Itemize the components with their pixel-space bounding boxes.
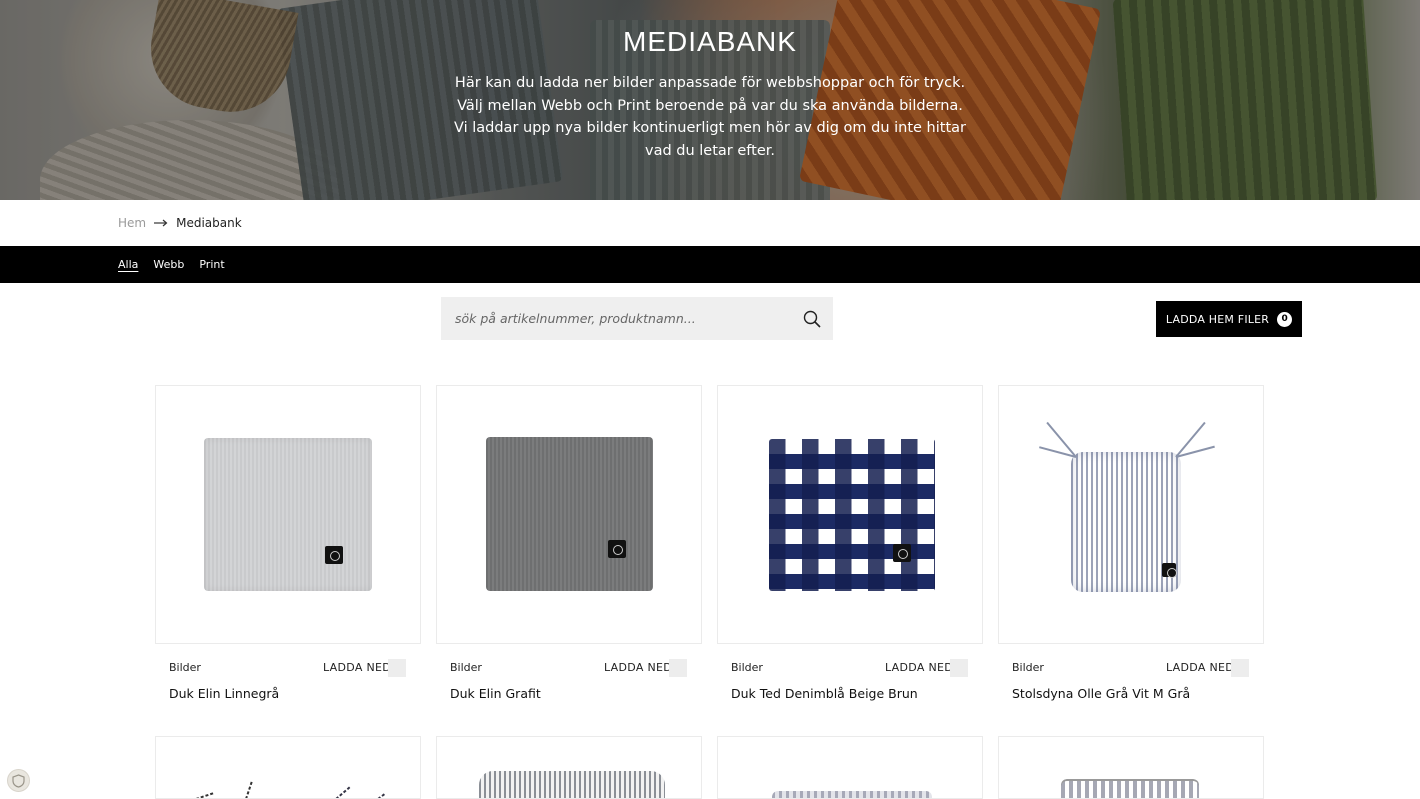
product-image[interactable] xyxy=(436,385,702,644)
product-type: Bilder xyxy=(450,661,482,674)
download-link[interactable]: LADDA NED xyxy=(885,661,953,674)
product-image[interactable] xyxy=(436,736,702,799)
brand-tag-icon xyxy=(325,546,343,564)
product-image[interactable] xyxy=(998,736,1264,799)
search-icon[interactable] xyxy=(803,310,821,328)
breadcrumb-home-link[interactable]: Hem xyxy=(118,216,146,230)
select-checkbox[interactable] xyxy=(950,659,968,677)
select-checkbox[interactable] xyxy=(388,659,406,677)
select-checkbox[interactable] xyxy=(1231,659,1249,677)
checked-tablecloth-image xyxy=(769,439,935,591)
product-type: Bilder xyxy=(1012,661,1044,674)
product-thumbnail xyxy=(195,780,387,798)
textile-image xyxy=(772,791,932,798)
brand-tag-icon xyxy=(893,544,911,562)
product-image[interactable] xyxy=(155,736,421,799)
tablecloth-image xyxy=(204,438,372,591)
brand-tag-icon xyxy=(1162,563,1177,578)
download-files-button[interactable]: LADDA HEM FILER 0 xyxy=(1156,301,1302,337)
search-box xyxy=(441,297,833,340)
download-link[interactable]: LADDA NED xyxy=(1166,661,1234,674)
product-type: Bilder xyxy=(169,661,201,674)
tab-print[interactable]: Print xyxy=(199,258,224,271)
search-input[interactable] xyxy=(455,297,795,340)
cushion-image xyxy=(479,771,665,798)
tab-webb[interactable]: Webb xyxy=(153,258,184,271)
arrow-right-icon xyxy=(154,216,168,231)
download-link[interactable]: LADDA NED xyxy=(604,661,672,674)
filter-tabs: Alla Webb Print xyxy=(118,258,225,271)
brand-tag-icon xyxy=(608,540,626,558)
product-name: Duk Elin Grafit xyxy=(450,686,541,701)
hero-description: Här kan du ladda ner bilder anpassade fö… xyxy=(454,75,966,159)
product-image[interactable] xyxy=(717,385,983,644)
hero-banner: MEDIABANK Här kan du ladda ner bilder an… xyxy=(0,0,1420,200)
tab-alla[interactable]: Alla xyxy=(118,258,138,271)
product-image[interactable] xyxy=(155,385,421,644)
page-title: MEDIABANK xyxy=(623,26,797,57)
download-files-label: LADDA HEM FILER xyxy=(1165,312,1270,326)
breadcrumb: Hem Mediabank xyxy=(118,214,242,232)
product-image[interactable] xyxy=(717,736,983,799)
textile-image xyxy=(1061,779,1199,798)
product-name: Stolsdyna Olle Grå Vit M Grå xyxy=(1012,686,1191,701)
tablecloth-image xyxy=(486,437,653,591)
breadcrumb-current: Mediabank xyxy=(176,216,242,230)
product-name: Duk Elin Linnegrå xyxy=(169,686,280,701)
download-link[interactable]: LADDA NED xyxy=(323,661,391,674)
product-type: Bilder xyxy=(731,661,763,674)
privacy-shield-icon[interactable] xyxy=(7,769,30,792)
select-checkbox[interactable] xyxy=(669,659,687,677)
product-name: Duk Ted Denimblå Beige Brun xyxy=(731,686,918,701)
download-count-badge: 0 xyxy=(1277,311,1293,327)
product-image[interactable] xyxy=(998,385,1264,644)
filter-bar: Alla Webb Print xyxy=(0,246,1420,283)
